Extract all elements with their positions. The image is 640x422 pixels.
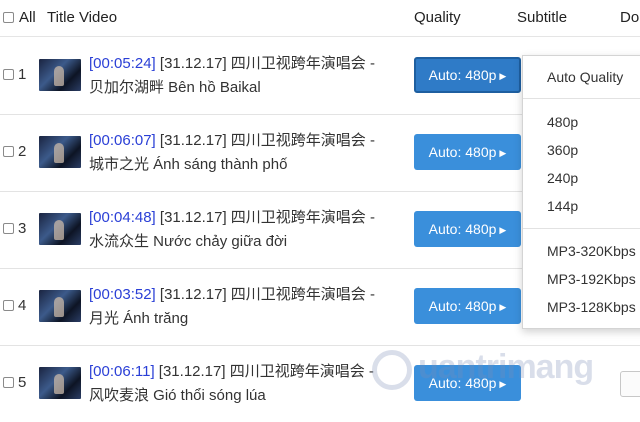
video-title-line2: 贝加尔湖畔 Bên hồ Baikal [89, 79, 261, 96]
video-thumbnail[interactable] [39, 367, 81, 399]
menu-item-mp3-128[interactable]: MP3-128Kbps [547, 299, 636, 315]
row-checkbox[interactable] [3, 300, 14, 311]
video-thumbnail[interactable] [39, 290, 81, 322]
video-title-line2: 风吹麦浪 Gió thổi sóng lúa [89, 387, 266, 404]
video-title-line1: [31.12.17] 四川卫视跨年演唱会 - [158, 363, 374, 380]
menu-item-auto-quality[interactable]: Auto Quality [547, 69, 623, 85]
row-checkbox[interactable] [3, 377, 14, 388]
quality-header: Quality [414, 9, 461, 26]
menu-divider [523, 228, 640, 229]
video-duration: [00:05:24] [89, 55, 156, 72]
menu-item-mp3-320[interactable]: MP3-320Kbps [547, 243, 636, 259]
row-checkbox[interactable] [3, 69, 14, 80]
caret-right-icon: ▶ [499, 302, 507, 312]
quality-button[interactable]: Auto: 480p ▶ [414, 288, 521, 324]
menu-item-240p[interactable]: 240p [547, 170, 578, 186]
video-title[interactable]: [00:04:48] [31.12.17] 四川卫视跨年演唱会 - 水流众生 N… [89, 206, 409, 254]
video-thumbnail[interactable] [39, 213, 81, 245]
row-index: 4 [18, 297, 27, 314]
download-header: Do [620, 9, 640, 26]
caret-right-icon: ▶ [499, 148, 507, 158]
row-index: 1 [18, 66, 27, 83]
quality-button-label: Auto: 480p [428, 67, 497, 83]
menu-item-360p[interactable]: 360p [547, 142, 578, 158]
row-checkbox[interactable] [3, 146, 14, 157]
video-title-line1: [31.12.17] 四川卫视跨年演唱会 - [159, 286, 375, 303]
video-thumbnail[interactable] [39, 136, 81, 168]
row-checkbox[interactable] [3, 223, 14, 234]
quality-button[interactable]: Auto: 480p ▶ [414, 134, 521, 170]
row-index: 5 [18, 374, 27, 391]
video-title-line1: [31.12.17] 四川卫视跨年演唱会 - [159, 209, 375, 226]
select-all-checkbox[interactable] [3, 12, 14, 23]
watermark-logo-icon [372, 350, 412, 390]
video-title[interactable]: [00:05:24] [31.12.17] 四川卫视跨年演唱会 - 贝加尔湖畔 … [89, 52, 409, 100]
row-index: 2 [18, 143, 27, 160]
menu-item-480p[interactable]: 480p [547, 114, 578, 130]
row-index: 3 [18, 220, 27, 237]
quality-button[interactable]: Auto: 480p ▶ [414, 211, 521, 247]
quality-button-label: Auto: 480p [428, 221, 497, 237]
subtitle-header: Subtitle [517, 9, 568, 26]
menu-item-144p[interactable]: 144p [547, 198, 578, 214]
video-duration: [00:06:11] [89, 363, 155, 380]
watermark-text: uantrimang [418, 348, 594, 386]
video-title-line1: [31.12.17] 四川卫视跨年演唱会 - [159, 132, 375, 149]
video-title[interactable]: [00:06:07] [31.12.17] 四川卫视跨年演唱会 - 城市之光 Á… [89, 129, 409, 177]
video-title-line2: 月光 Ánh trăng [89, 310, 189, 327]
menu-item-mp3-192[interactable]: MP3-192Kbps [547, 271, 636, 287]
video-title-line2: 城市之光 Ánh sáng thành phố [89, 156, 288, 173]
title-video-header: Title Video [47, 9, 118, 26]
caret-right-icon: ▶ [499, 71, 507, 81]
video-title[interactable]: [00:03:52] [31.12.17] 四川卫视跨年演唱会 - 月光 Ánh… [89, 283, 409, 331]
video-duration: [00:06:07] [89, 132, 156, 149]
watermark: uantrimang [372, 346, 632, 396]
menu-divider [523, 98, 640, 99]
quality-dropdown-menu: Auto Quality 480p 360p 240p 144p MP3-320… [522, 55, 640, 329]
table-header: All Title Video Quality Subtitle Do [0, 0, 640, 37]
select-all-label: All [19, 9, 36, 26]
video-thumbnail[interactable] [39, 59, 81, 91]
video-title-line2: 水流众生 Nước chảy giữa đời [89, 233, 288, 250]
video-title[interactable]: [00:06:11] [31.12.17] 四川卫视跨年演唱会 - 风吹麦浪 G… [89, 360, 409, 408]
video-duration: [00:04:48] [89, 209, 156, 226]
caret-right-icon: ▶ [499, 225, 507, 235]
quality-button-label: Auto: 480p [428, 298, 497, 314]
quality-button[interactable]: Auto: 480p ▶ [414, 57, 521, 93]
video-duration: [00:03:52] [89, 286, 156, 303]
video-title-line1: [31.12.17] 四川卫视跨年演唱会 - [159, 55, 375, 72]
quality-button-label: Auto: 480p [428, 144, 497, 160]
